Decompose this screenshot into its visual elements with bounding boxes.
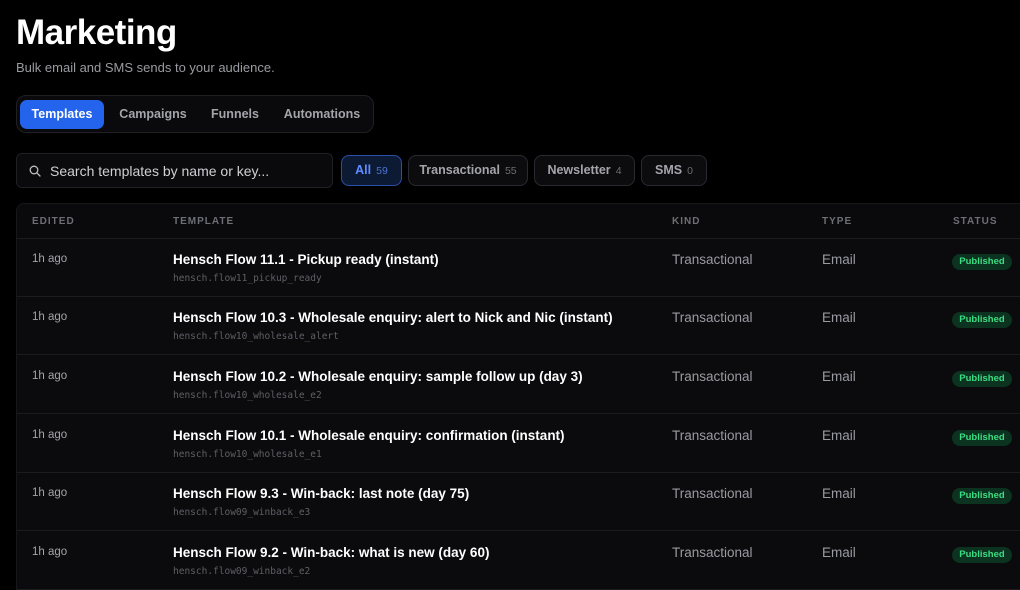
row-template-name[interactable]: Hensch Flow 10.2 - Wholesale enquiry: sa… bbox=[173, 369, 583, 385]
filter-sms[interactable]: SMS 0 bbox=[641, 155, 707, 186]
tab-templates[interactable]: Templates bbox=[20, 100, 104, 129]
column-status[interactable]: STATUS bbox=[953, 216, 998, 228]
table-row[interactable]: 1h ago Hensch Flow 9.3 - Win-back: last … bbox=[17, 473, 1020, 531]
table-row[interactable]: 1h ago Hensch Flow 10.2 - Wholesale enqu… bbox=[17, 356, 1020, 414]
row-template-key: hensch.flow11_pickup_ready bbox=[173, 273, 322, 284]
filter-newsletter[interactable]: Newsletter 4 bbox=[534, 155, 635, 186]
row-type: Email bbox=[822, 545, 856, 560]
row-kind: Transactional bbox=[672, 369, 753, 384]
tab-automations[interactable]: Automations bbox=[275, 100, 369, 129]
row-edited: 1h ago bbox=[32, 487, 68, 499]
status-badge: Published bbox=[952, 488, 1012, 504]
row-type: Email bbox=[822, 369, 856, 384]
row-kind: Transactional bbox=[672, 252, 753, 267]
table-row[interactable]: 1h ago Hensch Flow 10.3 - Wholesale enqu… bbox=[17, 297, 1020, 355]
templates-table: EDITED TEMPLATE KIND TYPE STATUS 1h ago … bbox=[16, 203, 1020, 590]
row-kind: Transactional bbox=[672, 545, 753, 560]
column-kind[interactable]: KIND bbox=[672, 216, 700, 228]
row-edited: 1h ago bbox=[32, 546, 68, 558]
status-badge: Published bbox=[952, 430, 1012, 446]
column-template[interactable]: TEMPLATE bbox=[173, 216, 234, 228]
row-template-key: hensch.flow09_winback_e2 bbox=[173, 566, 311, 577]
filter-sms-label: SMS bbox=[655, 163, 683, 177]
tab-campaigns[interactable]: Campaigns bbox=[110, 100, 196, 129]
row-edited: 1h ago bbox=[32, 311, 68, 323]
filter-sms-count: 0 bbox=[687, 165, 693, 177]
status-badge: Published bbox=[952, 371, 1012, 387]
marketing-page: Marketing Bulk email and SMS sends to yo… bbox=[0, 0, 1020, 590]
row-edited: 1h ago bbox=[32, 253, 68, 265]
search-box bbox=[16, 153, 333, 188]
row-kind: Transactional bbox=[672, 310, 753, 325]
filter-transactional-label: Transactional bbox=[419, 163, 500, 177]
row-type: Email bbox=[822, 428, 856, 443]
filter-all-count: 59 bbox=[376, 165, 388, 177]
filter-all-label: All bbox=[355, 163, 372, 177]
search-input[interactable] bbox=[50, 154, 325, 187]
row-template-key: hensch.flow10_wholesale_e1 bbox=[173, 449, 322, 460]
filter-transactional[interactable]: Transactional 55 bbox=[408, 155, 528, 186]
row-template-name[interactable]: Hensch Flow 11.1 - Pickup ready (instant… bbox=[173, 252, 439, 268]
row-template-name[interactable]: Hensch Flow 9.3 - Win-back: last note (d… bbox=[173, 486, 469, 502]
filter-newsletter-count: 4 bbox=[615, 165, 622, 177]
row-template-name[interactable]: Hensch Flow 10.1 - Wholesale enquiry: co… bbox=[173, 428, 565, 444]
row-template-name[interactable]: Hensch Flow 10.3 - Wholesale enquiry: al… bbox=[173, 310, 613, 326]
filter-transactional-count: 55 bbox=[504, 165, 517, 177]
table-header: EDITED TEMPLATE KIND TYPE STATUS bbox=[17, 204, 1020, 239]
page-subtitle: Bulk email and SMS sends to your audienc… bbox=[16, 60, 275, 75]
row-template-name[interactable]: Hensch Flow 9.2 - Win-back: what is new … bbox=[173, 545, 489, 561]
section-tabs: Templates Campaigns Funnels Automations bbox=[16, 95, 374, 133]
row-template-key: hensch.flow09_winback_e3 bbox=[173, 507, 311, 518]
row-edited: 1h ago bbox=[32, 429, 68, 441]
row-kind: Transactional bbox=[672, 428, 753, 443]
table-row[interactable]: 1h ago Hensch Flow 9.2 - Win-back: what … bbox=[17, 532, 1020, 590]
table-row[interactable]: 1h ago Hensch Flow 10.1 - Wholesale enqu… bbox=[17, 415, 1020, 473]
tab-funnels[interactable]: Funnels bbox=[203, 100, 267, 129]
status-badge: Published bbox=[952, 254, 1012, 270]
column-type[interactable]: TYPE bbox=[822, 216, 852, 228]
status-badge: Published bbox=[952, 547, 1012, 563]
filter-all[interactable]: All 59 bbox=[341, 155, 402, 186]
row-template-key: hensch.flow10_wholesale_e2 bbox=[173, 390, 322, 401]
row-edited: 1h ago bbox=[32, 370, 68, 382]
search-icon bbox=[29, 165, 41, 177]
column-edited[interactable]: EDITED bbox=[32, 216, 75, 228]
row-template-key: hensch.flow10_wholesale_alert bbox=[173, 331, 339, 342]
row-type: Email bbox=[822, 310, 856, 325]
row-kind: Transactional bbox=[672, 486, 753, 501]
page-title: Marketing bbox=[16, 13, 177, 52]
row-type: Email bbox=[822, 486, 856, 501]
filter-newsletter-label: Newsletter bbox=[547, 163, 611, 177]
table-row[interactable]: 1h ago Hensch Flow 11.1 - Pickup ready (… bbox=[17, 239, 1020, 297]
status-badge: Published bbox=[952, 312, 1012, 328]
row-type: Email bbox=[822, 252, 856, 267]
